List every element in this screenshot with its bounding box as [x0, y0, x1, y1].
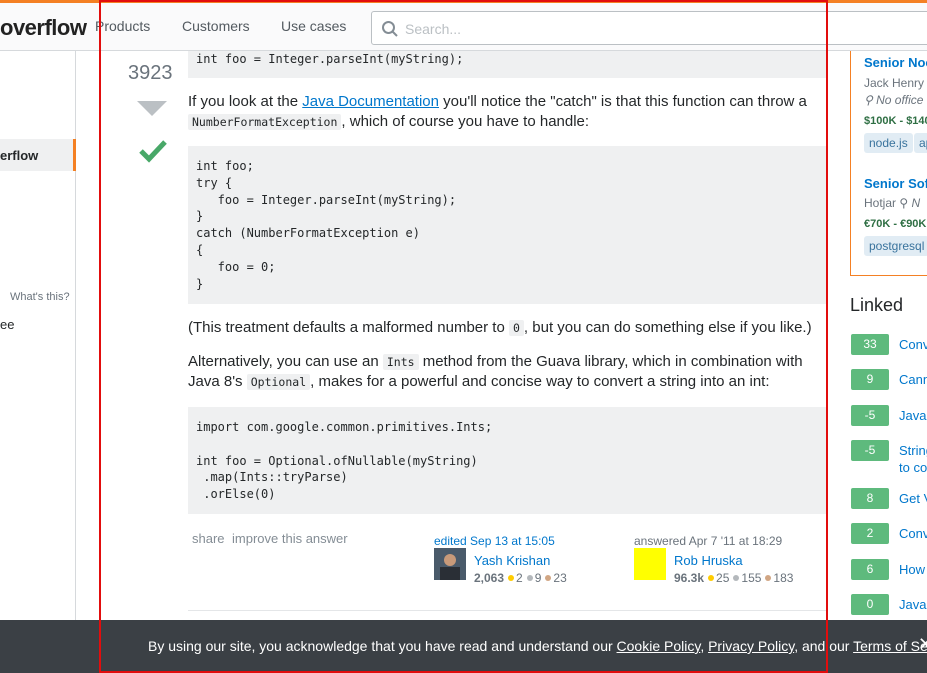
search-input[interactable]: Search... [371, 11, 927, 45]
linked-score-badge: 6 [851, 559, 889, 580]
code-block-try-catch: int foo; try { foo = Integer.parseInt(my… [188, 146, 828, 304]
search-placeholder: Search... [405, 21, 462, 37]
linked-score-badge: 2 [851, 523, 889, 544]
linked-title[interactable]: Java [899, 407, 926, 424]
edited-timestamp[interactable]: edited Sep 13 at 15:05 [434, 534, 624, 548]
location-pin-icon: ⚲ [896, 196, 912, 210]
linked-score-badge: -5 [851, 405, 889, 426]
linked-title[interactable]: How [899, 561, 925, 578]
job-salary: €70K - €90K [864, 218, 927, 230]
cookie-banner: By using our site, you acknowledge that … [0, 620, 927, 673]
close-icon[interactable]: ✕ [918, 634, 927, 655]
site-logo[interactable]: overflow [0, 15, 87, 41]
paragraph-documentation: If you look at the Java Documentation yo… [188, 93, 807, 130]
avatar[interactable] [634, 548, 666, 580]
accepted-check-icon [139, 140, 167, 163]
linked-title[interactable]: Stringto co [899, 442, 927, 476]
location-pin-icon: ⚲ [864, 93, 877, 107]
job-tag[interactable]: ap [914, 133, 927, 153]
linked-score-badge: 9 [851, 369, 889, 390]
paragraph-guava: Alternatively, you can use an Ints metho… [188, 353, 803, 390]
cookie-message: By using our site, you acknowledge that … [148, 638, 927, 654]
linked-title[interactable]: Java [899, 596, 926, 613]
editor-name[interactable]: Yash Krishan [474, 553, 550, 568]
author-name[interactable]: Rob Hruska [674, 553, 743, 568]
linked-score-badge: 33 [851, 334, 889, 355]
downvote-arrow-icon[interactable] [137, 101, 167, 116]
share-link[interactable]: share [192, 531, 225, 546]
linked-score-badge: -5 [851, 440, 889, 461]
improve-answer-link[interactable]: improve this answer [232, 531, 348, 546]
job-location: ⚲ No office [864, 93, 924, 107]
linked-title[interactable]: Conv [899, 525, 927, 542]
sidebar-item-free[interactable]: ee [0, 317, 14, 332]
linked-heading: Linked [850, 295, 904, 315]
answered-timestamp: answered Apr 7 '11 at 18:29 [634, 534, 783, 548]
job-company: Jack Henry [864, 76, 925, 90]
code-block-parseint: int foo = Integer.parseInt(myString); [188, 51, 828, 78]
author-reputation: 96.3k 25 155 183 [674, 571, 794, 585]
jobs-widget: Senior Noc Jack Henry ⚲ No office $100K … [850, 51, 927, 276]
inline-code: Optional [246, 374, 311, 390]
linked-score-badge: 8 [851, 488, 889, 509]
terms-of-service-link[interactable]: Terms of Service [853, 638, 927, 654]
answer-divider [188, 610, 828, 611]
inline-code: NumberFormatException [188, 114, 342, 130]
inline-code: Ints [382, 354, 419, 370]
top-bar: overflow Products Customers Use cases Se… [0, 0, 927, 51]
job-title[interactable]: Senior Noc [864, 55, 927, 70]
nav-use-cases[interactable]: Use cases [281, 18, 346, 34]
left-sidebar: erflow What's this? ee [0, 51, 76, 621]
job-tag[interactable]: postgresql [864, 236, 927, 256]
sidebar-item-stackoverflow[interactable]: erflow [0, 139, 76, 171]
editor-user-card: edited Sep 13 at 15:05 Yash Krishan 2,06… [434, 534, 624, 594]
paragraph-default: (This treatment defaults a malformed num… [188, 319, 812, 336]
linked-title[interactable]: Conv [899, 336, 927, 353]
whats-this-link[interactable]: What's this? [10, 291, 70, 303]
linked-title[interactable]: Get V [899, 490, 927, 507]
privacy-policy-link[interactable]: Privacy Policy [708, 638, 794, 654]
code-block-guava: import com.google.common.primitives.Ints… [188, 407, 828, 514]
vote-count: 3923 [128, 62, 173, 84]
job-title[interactable]: Senior Sof [864, 176, 927, 191]
job-company: Hotjar ⚲ N [864, 196, 921, 210]
search-icon [382, 21, 398, 37]
nav-customers[interactable]: Customers [182, 18, 250, 34]
job-tag[interactable]: node.js [864, 133, 913, 153]
author-user-card: answered Apr 7 '11 at 18:29 Rob Hruska 9… [634, 534, 824, 594]
cookie-policy-link[interactable]: Cookie Policy [617, 638, 701, 654]
java-documentation-link[interactable]: Java Documentation [302, 93, 439, 110]
linked-score-badge: 0 [851, 594, 889, 615]
inline-code: 0 [508, 320, 524, 336]
job-salary: $100K - $140 [864, 115, 927, 127]
avatar[interactable] [434, 548, 466, 580]
editor-reputation: 2,063 2 9 23 [474, 571, 567, 585]
linked-title[interactable]: Cann [899, 371, 927, 388]
nav-products[interactable]: Products [95, 18, 150, 34]
